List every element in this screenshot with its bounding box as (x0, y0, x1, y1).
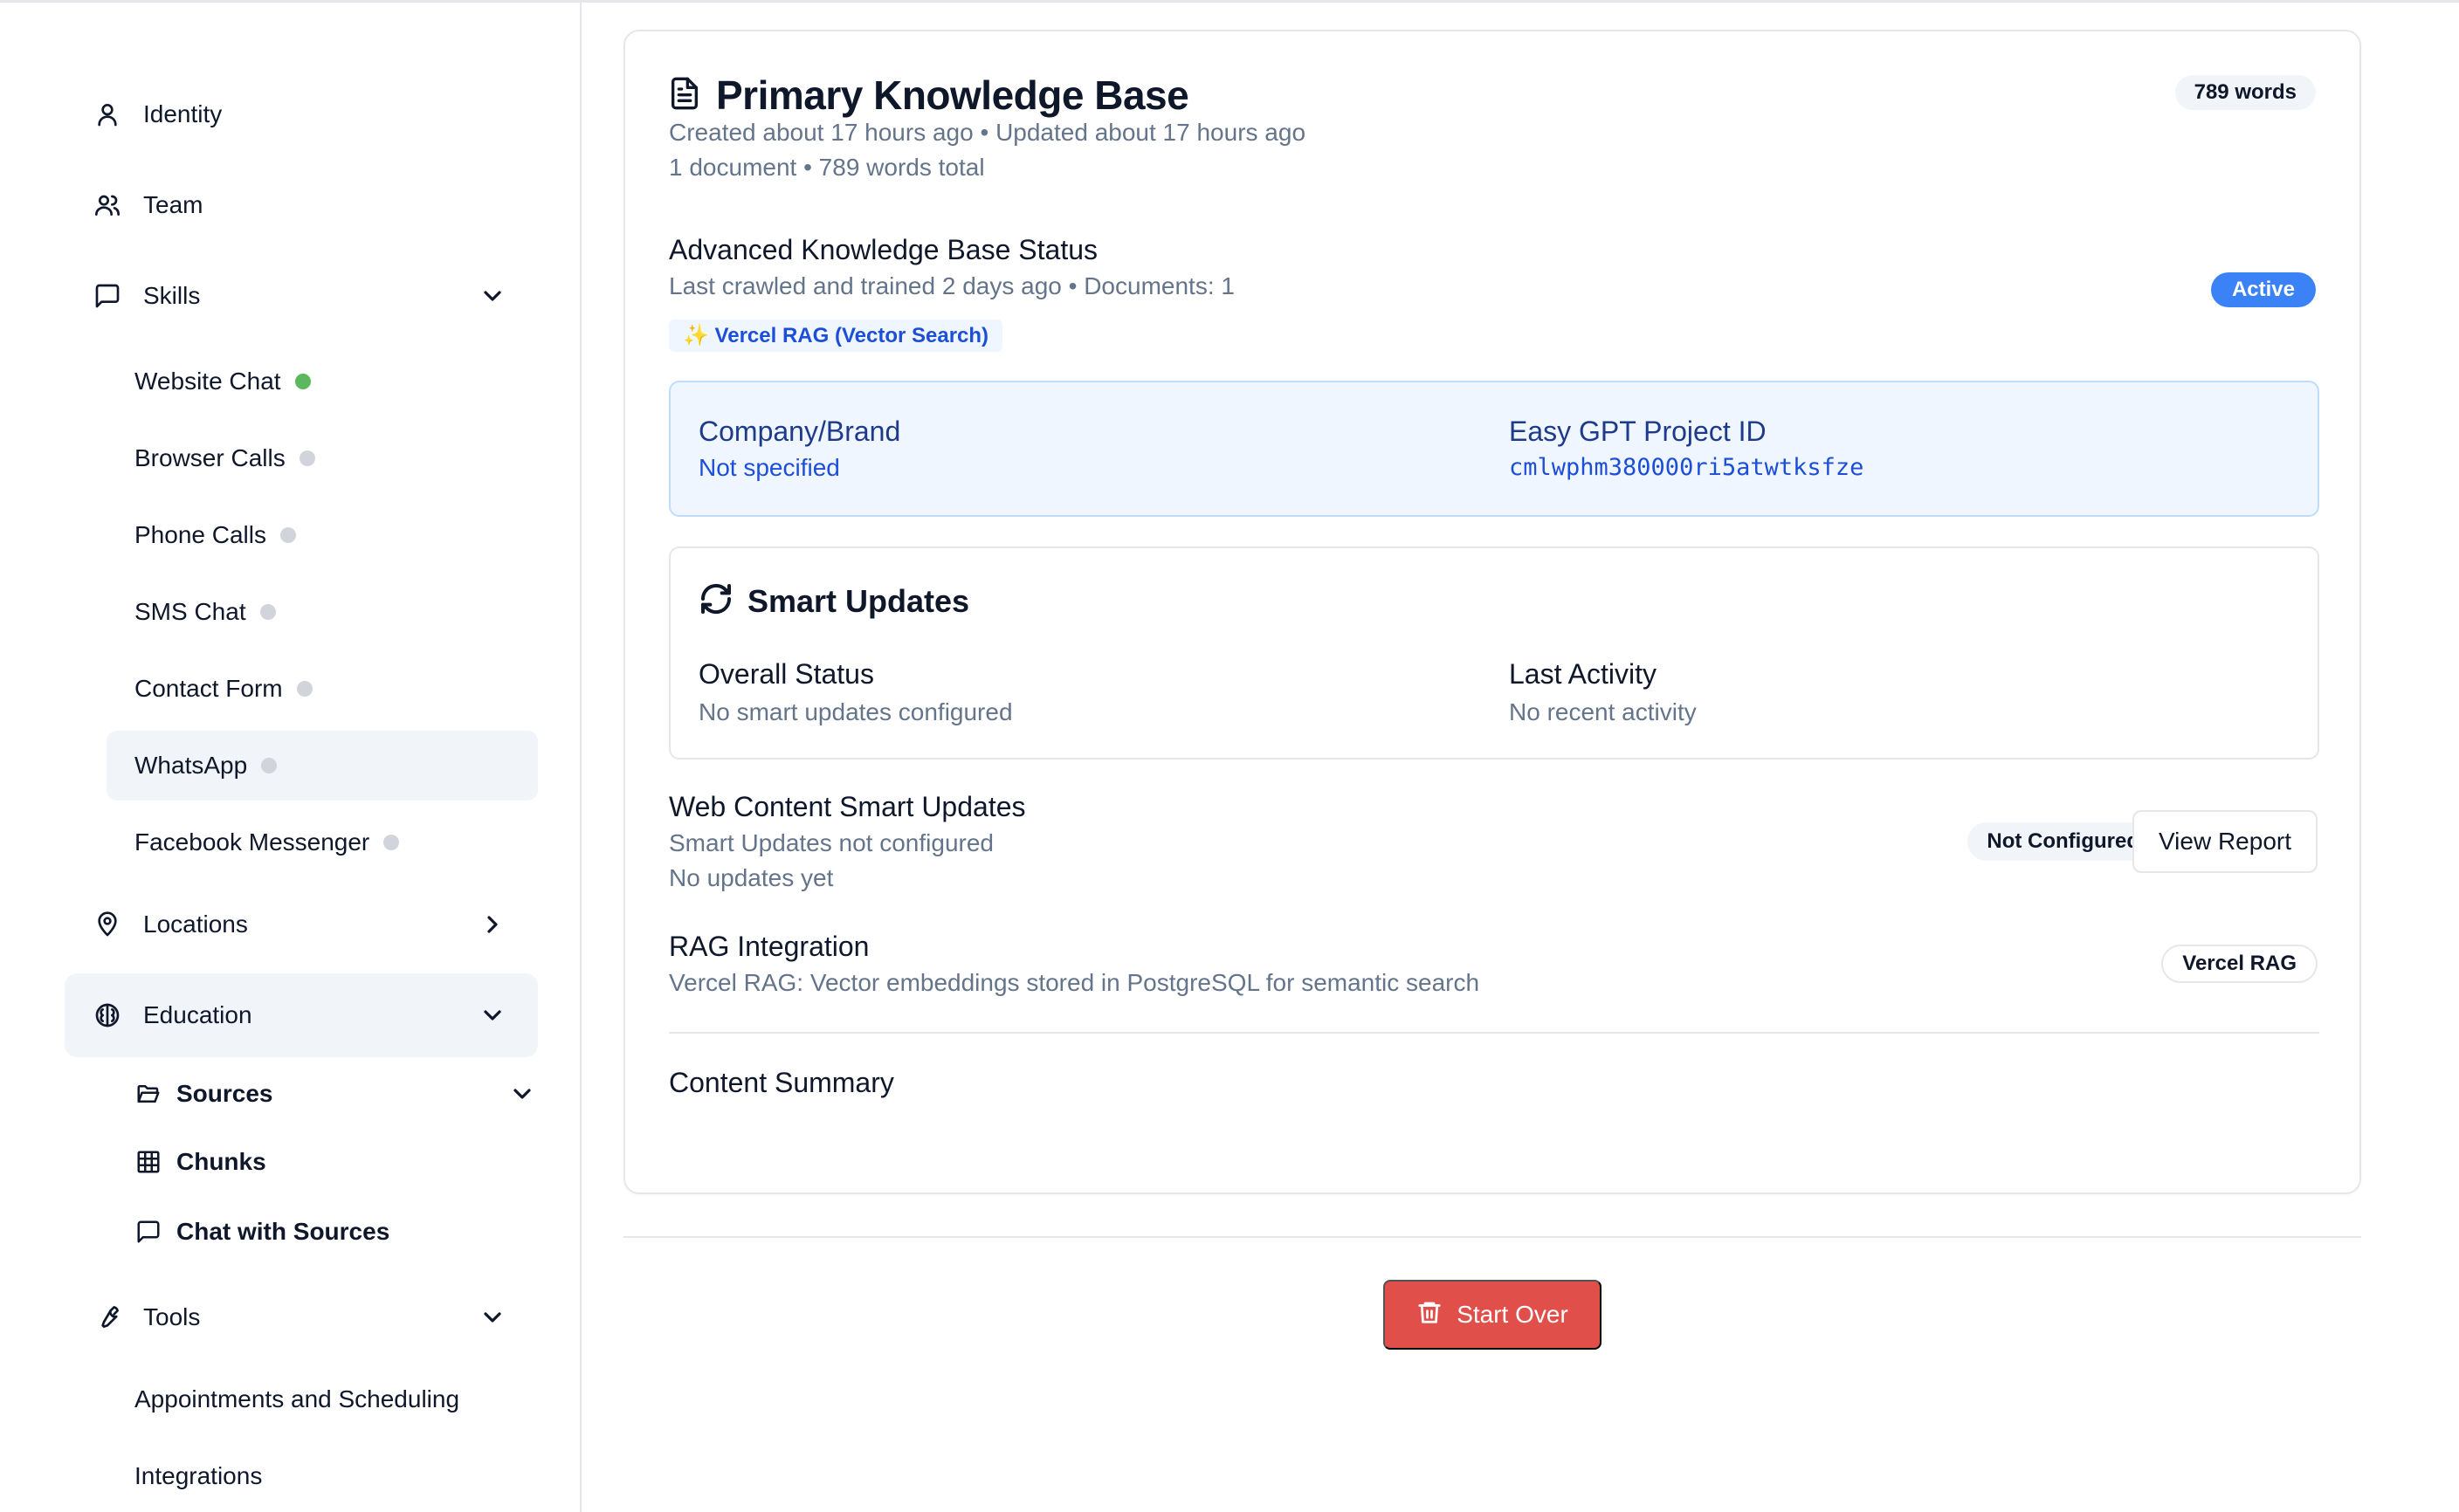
education-item-chunks[interactable]: Chunks (134, 1136, 536, 1188)
status-dot-inactive (259, 604, 276, 620)
grid-icon (134, 1148, 162, 1176)
education-item-label: Sources (176, 1080, 273, 1107)
web-content-title: Web Content Smart Updates (669, 791, 1026, 822)
sidebar: Identity Team Skills Website Chat Browse… (0, 3, 582, 1512)
chevron-right-icon[interactable] (479, 911, 506, 938)
chevron-down-icon[interactable] (479, 1303, 506, 1331)
refresh-icon (699, 581, 734, 621)
message-square-icon (134, 1218, 162, 1246)
divider (669, 1032, 2319, 1034)
sidebar-item-label: Locations (143, 911, 248, 938)
start-over-label: Start Over (1457, 1301, 1568, 1328)
rag-integration-title: RAG Integration (669, 931, 870, 962)
last-activity-value: No recent activity (1509, 698, 1697, 725)
skill-item-phone-calls[interactable]: Phone Calls (107, 500, 538, 570)
sidebar-item-skills[interactable]: Skills (65, 261, 538, 331)
status-dot-active (294, 374, 311, 389)
vercel-rag-badge: Vercel RAG (2161, 945, 2318, 983)
skill-label: Browser Calls (134, 444, 286, 471)
content-summary-title: Content Summary (669, 1067, 894, 1098)
kb-header: Primary Knowledge Base (667, 72, 1189, 119)
skill-item-website-chat[interactable]: Website Chat (107, 347, 538, 416)
sidebar-item-label: Tools (143, 1303, 201, 1330)
sidebar-item-team[interactable]: Team (65, 170, 538, 240)
chevron-down-icon[interactable] (479, 1001, 506, 1029)
advanced-status-subtitle: Last crawled and trained 2 days ago • Do… (669, 272, 1235, 299)
sidebar-item-tools[interactable]: Tools (65, 1282, 538, 1352)
view-report-button[interactable]: View Report (2132, 810, 2318, 873)
status-dot-inactive (296, 681, 313, 697)
project-info-box: Company/Brand Not specified Easy GPT Pro… (669, 381, 2319, 517)
file-text-icon (667, 76, 702, 115)
brain-icon (93, 1000, 122, 1030)
advanced-status-title: Advanced Knowledge Base Status (669, 234, 1098, 265)
skill-label: Website Chat (134, 368, 281, 395)
page-title: Primary Knowledge Base (716, 72, 1189, 118)
tool-label: Integrations (134, 1462, 263, 1489)
folder-open-icon (134, 1080, 162, 1108)
message-square-icon (93, 281, 122, 311)
kb-dates: Created about 17 hours ago • Updated abo… (669, 119, 1306, 146)
project-id-label: Easy GPT Project ID (1509, 416, 1767, 447)
skill-label: SMS Chat (134, 598, 246, 625)
web-content-status: Smart Updates not configured (669, 829, 994, 856)
last-activity-label: Last Activity (1509, 658, 1657, 690)
skill-label: Contact Form (134, 675, 283, 702)
sidebar-item-label: Skills (143, 282, 201, 309)
education-item-label: Chunks (176, 1148, 266, 1175)
chevron-down-icon[interactable] (479, 282, 506, 310)
tool-item-integrations[interactable]: Integrations (107, 1441, 538, 1511)
start-over-button[interactable]: Start Over (1383, 1280, 1601, 1350)
user-icon (93, 100, 122, 129)
tool-item-appointments[interactable]: Appointments and Scheduling (107, 1364, 538, 1434)
education-item-label: Chat with Sources (176, 1218, 390, 1245)
rag-integration-description: Vercel RAG: Vector embeddings stored in … (669, 969, 1480, 996)
skill-label: Phone Calls (134, 521, 266, 548)
smart-updates-title: Smart Updates (747, 582, 970, 619)
sidebar-item-label: Team (143, 191, 203, 218)
divider (623, 1236, 2361, 1238)
project-id-value: cmlwphm380000ri5atwtksfze (1509, 454, 1864, 481)
status-dot-inactive (383, 835, 400, 850)
company-label: Company/Brand (699, 416, 901, 447)
company-value: Not specified (699, 454, 840, 481)
knowledge-base-card: Primary Knowledge Base 789 words Created… (623, 30, 2361, 1194)
status-badge: Active (2210, 272, 2316, 307)
smart-updates-header: Smart Updates (699, 581, 969, 621)
sidebar-item-identity[interactable]: Identity (65, 79, 538, 149)
skill-item-sms-chat[interactable]: SMS Chat (107, 577, 538, 647)
status-dot-inactive (279, 527, 296, 543)
sidebar-item-locations[interactable]: Locations (65, 890, 538, 959)
sidebar-item-label: Identity (143, 100, 223, 127)
tool-label: Appointments and Scheduling (134, 1385, 460, 1412)
status-dot-inactive (261, 758, 278, 773)
overall-status-value: No smart updates configured (699, 698, 1013, 725)
wrench-icon (93, 1302, 122, 1332)
not-configured-badge: Not Configured (1967, 822, 2159, 861)
education-item-chat-with-sources[interactable]: Chat with Sources (134, 1206, 536, 1258)
skill-label: Facebook Messenger (134, 828, 370, 856)
sidebar-item-label: Education (143, 1001, 252, 1028)
smart-updates-box: Smart Updates Overall Status No smart up… (669, 546, 2319, 759)
users-icon (93, 190, 122, 220)
trash-icon (1416, 1299, 1457, 1331)
map-pin-icon (93, 910, 122, 939)
skill-item-facebook-messenger[interactable]: Facebook Messenger (107, 808, 538, 877)
education-item-sources[interactable]: Sources (134, 1068, 536, 1120)
sidebar-item-education[interactable]: Education (65, 973, 538, 1057)
web-content-updates: No updates yet (669, 864, 834, 891)
kb-doc-count: 1 document • 789 words total (669, 154, 985, 181)
skill-label: WhatsApp (134, 752, 248, 779)
rag-type-chip: ✨ Vercel RAG (Vector Search) (669, 320, 1003, 352)
overall-status-label: Overall Status (699, 658, 874, 690)
skill-item-contact-form[interactable]: Contact Form (107, 654, 538, 724)
word-count-badge: 789 words (2174, 75, 2316, 110)
chevron-down-icon[interactable] (508, 1080, 536, 1108)
skill-item-whatsapp[interactable]: WhatsApp (107, 731, 538, 801)
status-dot-inactive (299, 450, 315, 466)
skill-item-browser-calls[interactable]: Browser Calls (107, 423, 538, 493)
